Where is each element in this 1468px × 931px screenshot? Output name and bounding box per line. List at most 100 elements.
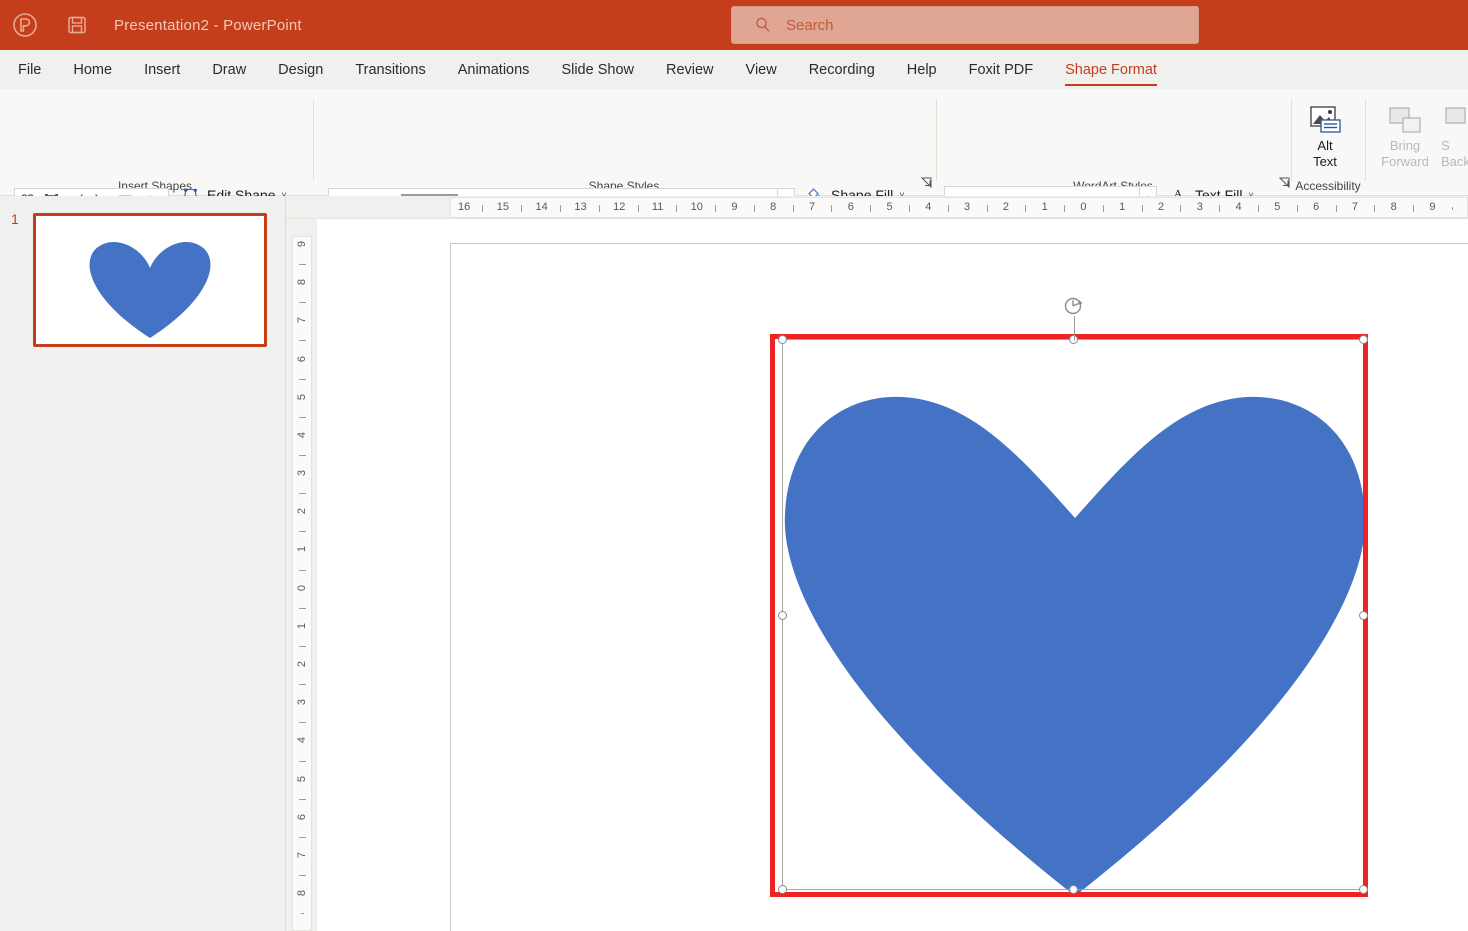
v-ruler-tick: 2 bbox=[296, 502, 308, 520]
v-ruler-mark bbox=[299, 379, 306, 380]
h-ruler-mark bbox=[1103, 205, 1104, 212]
vertical-ruler-scale: 987654321012345678 bbox=[292, 236, 312, 931]
tab-foxit-pdf[interactable]: Foxit PDF bbox=[969, 54, 1033, 86]
v-ruler-tick: 8 bbox=[296, 884, 308, 902]
tab-recording[interactable]: Recording bbox=[809, 54, 875, 86]
send-backward-label-line1: S bbox=[1441, 138, 1450, 154]
tab-transitions[interactable]: Transitions bbox=[355, 54, 425, 86]
slide-thumbnail-1[interactable] bbox=[33, 213, 267, 347]
resize-handle-top-right[interactable] bbox=[1359, 335, 1368, 344]
search-box[interactable]: Search bbox=[731, 6, 1199, 44]
v-ruler-tick: 5 bbox=[296, 388, 308, 406]
window-title: Presentation2 - PowerPoint bbox=[114, 17, 302, 34]
h-ruler-tick: 3 bbox=[1195, 201, 1205, 213]
h-ruler-tick: 16 bbox=[458, 201, 468, 213]
v-ruler-mark bbox=[299, 340, 306, 341]
v-ruler-mark bbox=[299, 761, 306, 762]
h-ruler-mark bbox=[754, 205, 755, 212]
alt-text-label-line2: Text bbox=[1313, 154, 1337, 170]
tab-insert[interactable]: Insert bbox=[144, 54, 180, 86]
h-ruler-tick: 5 bbox=[885, 201, 895, 213]
v-ruler-tick: 3 bbox=[296, 464, 308, 482]
v-ruler-mark bbox=[299, 570, 306, 571]
v-ruler-mark bbox=[299, 302, 306, 303]
h-ruler-tick: 15 bbox=[497, 201, 507, 213]
v-ruler-tick: 4 bbox=[296, 731, 308, 749]
h-ruler-tick: 7 bbox=[1350, 201, 1360, 213]
v-ruler-mark bbox=[299, 608, 306, 609]
h-ruler-tick: 6 bbox=[846, 201, 856, 213]
h-ruler-tick: 0 bbox=[1078, 201, 1088, 213]
send-backward-button: S Back bbox=[1441, 98, 1468, 170]
resize-handle-bottom-right[interactable] bbox=[1359, 885, 1368, 894]
h-ruler-mark bbox=[987, 205, 988, 212]
tab-home[interactable]: Home bbox=[73, 54, 112, 86]
h-ruler-tick: 2 bbox=[1001, 201, 1011, 213]
tab-review[interactable]: Review bbox=[666, 54, 714, 86]
search-icon bbox=[754, 16, 772, 34]
v-ruler-mark bbox=[299, 684, 306, 685]
h-ruler-mark bbox=[482, 205, 483, 212]
h-ruler-mark bbox=[948, 205, 949, 212]
h-ruler-tick: 5 bbox=[1272, 201, 1282, 213]
bring-forward-label-line2: Forward bbox=[1381, 154, 1429, 170]
v-ruler-tick: 3 bbox=[296, 693, 308, 711]
wordart-styles-dialog-launcher-icon[interactable] bbox=[1279, 177, 1290, 191]
h-ruler-mark bbox=[909, 205, 910, 212]
alt-text-button[interactable]: Alt Text bbox=[1293, 98, 1357, 170]
h-ruler-mark bbox=[676, 205, 677, 212]
resize-handle-top-left[interactable] bbox=[778, 335, 787, 344]
thumbnail-heart-shape bbox=[36, 216, 264, 344]
bring-forward-icon bbox=[1385, 98, 1425, 138]
shape-styles-dialog-launcher-icon[interactable] bbox=[921, 177, 932, 191]
save-icon[interactable] bbox=[64, 12, 90, 38]
alt-text-label-line1: Alt bbox=[1317, 138, 1332, 154]
ribbon-group-shape-styles: Shape Styles bbox=[314, 89, 934, 196]
vertical-ruler: 987654321012345678 bbox=[286, 219, 317, 931]
v-ruler-tick: 5 bbox=[296, 770, 308, 788]
rotate-handle-icon[interactable] bbox=[1062, 294, 1086, 318]
tab-draw[interactable]: Draw bbox=[212, 54, 246, 86]
tab-design[interactable]: Design bbox=[278, 54, 323, 86]
tab-slide-show[interactable]: Slide Show bbox=[561, 54, 634, 86]
rotate-handle-stem bbox=[1074, 316, 1075, 340]
v-ruler-mark bbox=[299, 417, 306, 418]
h-ruler-tick: 8 bbox=[1389, 201, 1399, 213]
v-ruler-mark bbox=[299, 837, 306, 838]
resize-handle-bottom-center[interactable] bbox=[1069, 885, 1078, 894]
h-ruler-tick: 6 bbox=[1311, 201, 1321, 213]
h-ruler-tick: 4 bbox=[1234, 201, 1244, 213]
resize-handle-middle-left[interactable] bbox=[778, 611, 787, 620]
h-ruler-tick: 4 bbox=[923, 201, 933, 213]
h-ruler-tick: 2 bbox=[1156, 201, 1166, 213]
send-backward-label-line2: Back bbox=[1441, 154, 1468, 170]
h-ruler-mark bbox=[1258, 205, 1259, 212]
h-ruler-mark bbox=[831, 205, 832, 212]
tab-help[interactable]: Help bbox=[907, 54, 937, 86]
v-ruler-mark bbox=[301, 913, 304, 914]
resize-handle-middle-right[interactable] bbox=[1359, 611, 1368, 620]
h-ruler-tick: 7 bbox=[807, 201, 817, 213]
h-ruler-tick: 12 bbox=[613, 201, 623, 213]
h-ruler-mark bbox=[1064, 205, 1065, 212]
v-ruler-tick: 4 bbox=[296, 426, 308, 444]
v-ruler-tick: 6 bbox=[296, 808, 308, 826]
v-ruler-mark bbox=[299, 264, 306, 265]
horizontal-ruler: 161514131211109876543210123456789 bbox=[286, 196, 1468, 219]
h-ruler-tick: 13 bbox=[574, 201, 584, 213]
h-ruler-mark bbox=[1180, 205, 1181, 212]
h-ruler-mark bbox=[1336, 205, 1337, 212]
resize-handle-bottom-left[interactable] bbox=[778, 885, 787, 894]
v-ruler-tick: 7 bbox=[296, 846, 308, 864]
v-ruler-mark bbox=[299, 799, 306, 800]
h-ruler-tick: 11 bbox=[652, 201, 662, 213]
h-ruler-mark bbox=[715, 205, 716, 212]
tab-view[interactable]: View bbox=[746, 54, 777, 86]
tab-file[interactable]: File bbox=[18, 54, 41, 86]
tab-shape-format[interactable]: Shape Format bbox=[1065, 54, 1157, 86]
tab-animations[interactable]: Animations bbox=[458, 54, 530, 86]
h-ruler-mark bbox=[521, 205, 522, 212]
h-ruler-tick: 9 bbox=[1427, 201, 1437, 213]
v-ruler-tick: 8 bbox=[296, 273, 308, 291]
v-ruler-tick: 6 bbox=[296, 350, 308, 368]
